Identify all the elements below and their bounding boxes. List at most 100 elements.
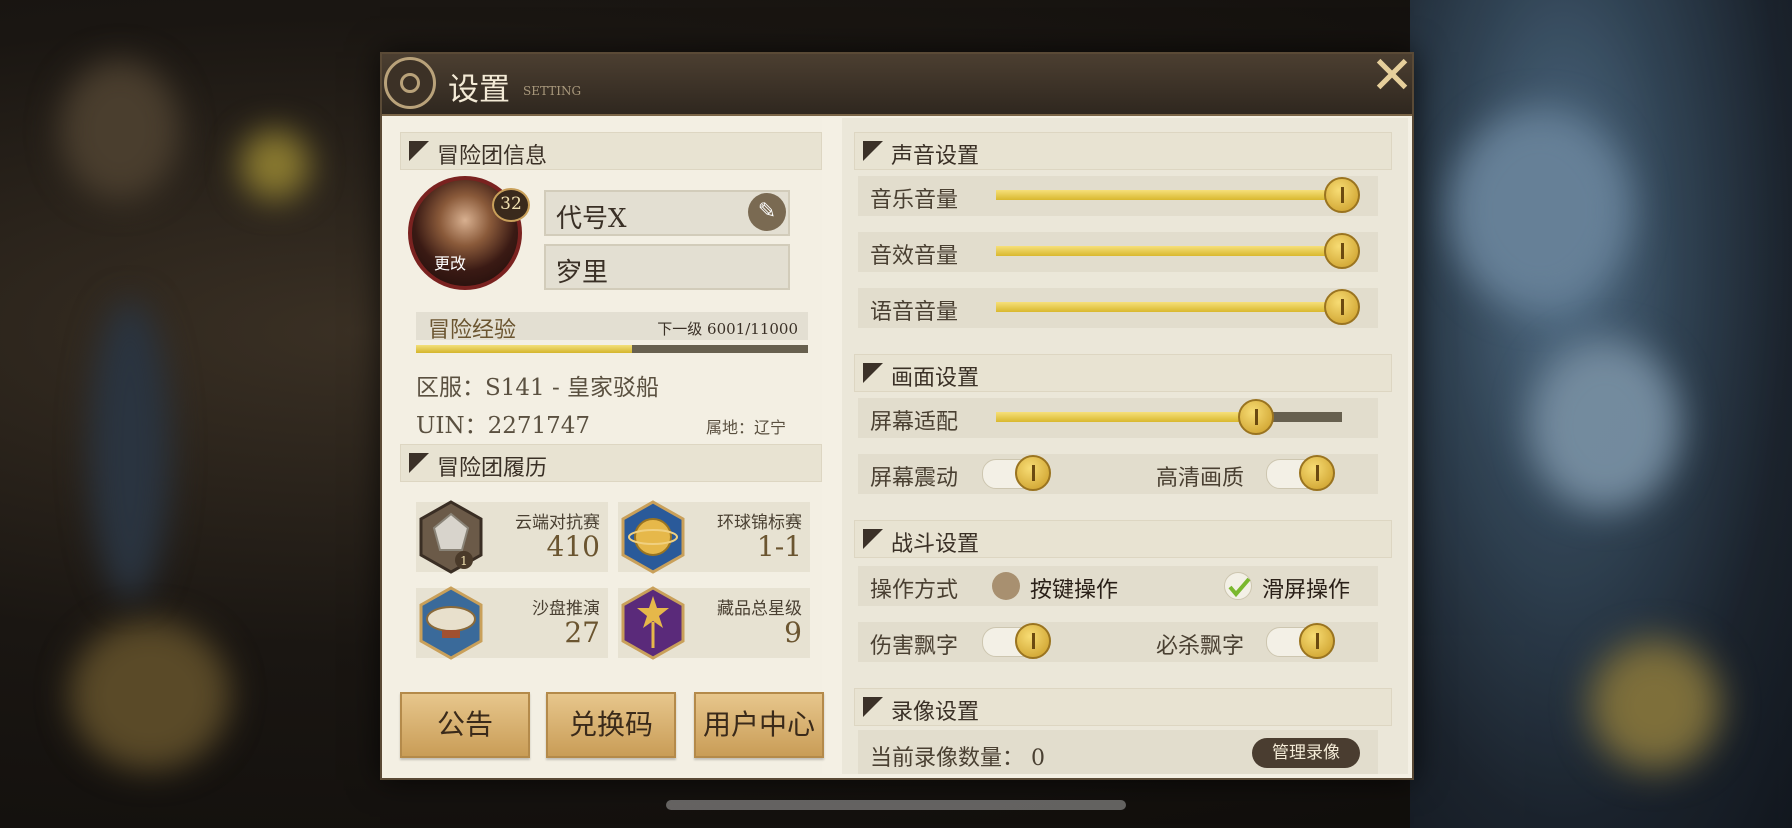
airship-icon [419,586,483,660]
slider-fill [996,302,1342,312]
record-count-row: 当前录像数量： 0 管理录像 [858,730,1378,774]
close-icon[interactable]: ✕ [1368,50,1416,102]
row-label: 操作方式 [870,578,959,603]
announcement-button[interactable]: 公告 [400,692,530,758]
globe-trophy-icon [621,500,685,574]
section-header-sound: 声音设置 [854,132,1392,170]
radio-swipe-option[interactable] [1224,572,1252,600]
page-subtitle: SETTING [523,84,582,98]
settings-emblem-icon [384,57,436,109]
section-header-history: 冒险团履历 [400,444,822,482]
uin-text: UIN：2271747 [416,413,591,439]
music-volume-slider[interactable] [996,177,1360,213]
server-text: 区服：S141 - 皇家驳船 [416,375,660,401]
background-right [1410,0,1792,828]
check-icon [1228,577,1251,598]
redeem-code-button[interactable]: 兑换码 [546,692,676,758]
screen-shake-label: 屏幕震动 [870,466,959,491]
section-label: 录像设置 [891,700,980,725]
star-gem-icon [621,586,685,660]
card-value: 410 [546,530,600,563]
section-label: 声音设置 [891,144,980,169]
row-label: 音乐音量 [870,188,959,213]
change-avatar-label: 更改 [434,254,467,273]
section-header-record: 录像设置 [854,688,1392,726]
toggles-row-display: 屏幕震动 高清画质 [858,454,1378,494]
section-triangle-icon [409,141,429,161]
title-value: 穸里 [556,258,609,288]
hd-quality-label: 高清画质 [1156,466,1245,491]
record-count-text: 当前录像数量： 0 [870,746,1045,771]
user-center-button[interactable]: 用户中心 [694,692,824,758]
home-indicator[interactable] [666,800,1126,810]
crit-text-toggle[interactable] [1266,623,1335,659]
slider-fill [996,190,1342,200]
silver-crest-icon: 1 [419,500,483,574]
location-text: 属地：辽宁 [706,418,787,437]
toggles-row-battle: 伤害飘字 必杀飘字 [858,622,1378,662]
exp-bar: 冒险经验 下一级 6001/11000 [416,312,808,343]
section-label: 冒险团信息 [437,144,548,169]
exp-progress-track [416,345,808,353]
row-label: 音效音量 [870,244,959,269]
voice-volume-slider[interactable] [996,289,1360,325]
manage-record-button[interactable]: 管理录像 [1252,738,1360,768]
title-field[interactable]: 穸里 [544,244,790,290]
slider-knob[interactable] [1324,177,1360,213]
sfx-volume-slider[interactable] [996,233,1360,269]
damage-text-label: 伤害飘字 [870,634,959,659]
page-title: 设置 [448,72,510,108]
radio-key-option[interactable] [992,572,1020,600]
left-column: 冒险团信息 32 更改 代号X ✎ 穸里 冒险经验 下一级 6001/11000… [386,118,824,774]
leaf-icon[interactable]: ✎ [748,193,786,231]
section-header-display: 画面设置 [854,354,1392,392]
slider-knob[interactable] [1324,289,1360,325]
section-triangle-icon [409,453,429,473]
sfx-volume-row: 音效音量 [858,232,1378,272]
section-triangle-icon [863,141,883,161]
slider-fill [996,412,1256,422]
section-triangle-icon [863,697,883,717]
toggle-knob [1015,455,1051,491]
slider-fill [996,246,1342,256]
screen-fit-slider[interactable] [996,399,1342,435]
name-value: 代号X [556,204,627,234]
card-value: 27 [564,616,600,649]
settings-panel: 设置 SETTING 冒险团信息 32 更改 代号X ✎ 穸里 冒险经验 下一级… [380,50,1416,780]
damage-text-toggle[interactable] [982,623,1051,659]
toggle-knob [1299,455,1335,491]
card-global-championship[interactable]: 环球锦标赛 1-1 [618,500,810,574]
crit-text-label: 必杀飘字 [1156,634,1245,659]
radio-swipe-label[interactable]: 滑屏操作 [1262,572,1350,604]
right-column: 声音设置 音乐音量 音效音量 语音音量 画面设置 屏幕适配 屏幕震动 高清画质 … [842,118,1408,774]
row-label: 屏幕适配 [870,410,959,435]
section-label: 战斗设置 [891,532,980,557]
music-volume-row: 音乐音量 [858,176,1378,216]
radio-key-label[interactable]: 按键操作 [1030,572,1118,604]
card-cloud-match[interactable]: 1 云端对抗赛 410 [416,500,608,574]
hd-quality-toggle[interactable] [1266,455,1335,491]
control-mode-row: 操作方式 按键操作 滑屏操作 [858,566,1378,606]
exp-next-label: 下一级 6001/11000 [657,320,798,338]
card-sandbox[interactable]: 沙盘推演 27 [416,586,608,660]
toggle-knob [1299,623,1335,659]
exp-label: 冒险经验 [428,318,517,343]
title-bar: 设置 SETTING [382,54,1412,116]
avatar[interactable]: 32 更改 [408,176,530,290]
section-header-info: 冒险团信息 [400,132,822,170]
level-badge: 32 [492,188,530,222]
section-label: 冒险团履历 [437,456,548,481]
screen-shake-toggle[interactable] [982,455,1051,491]
toggle-knob [1015,623,1051,659]
row-label: 语音音量 [870,300,959,325]
slider-knob[interactable] [1324,233,1360,269]
section-label: 画面设置 [891,366,980,391]
slider-knob[interactable] [1237,399,1274,435]
section-triangle-icon [863,363,883,383]
exp-progress-fill [416,345,632,353]
voice-volume-row: 语音音量 [858,288,1378,328]
rank-number: 1 [460,554,468,568]
name-field[interactable]: 代号X ✎ [544,190,790,236]
card-collection-stars[interactable]: 藏品总星级 9 [618,586,810,660]
card-value: 9 [784,616,802,649]
